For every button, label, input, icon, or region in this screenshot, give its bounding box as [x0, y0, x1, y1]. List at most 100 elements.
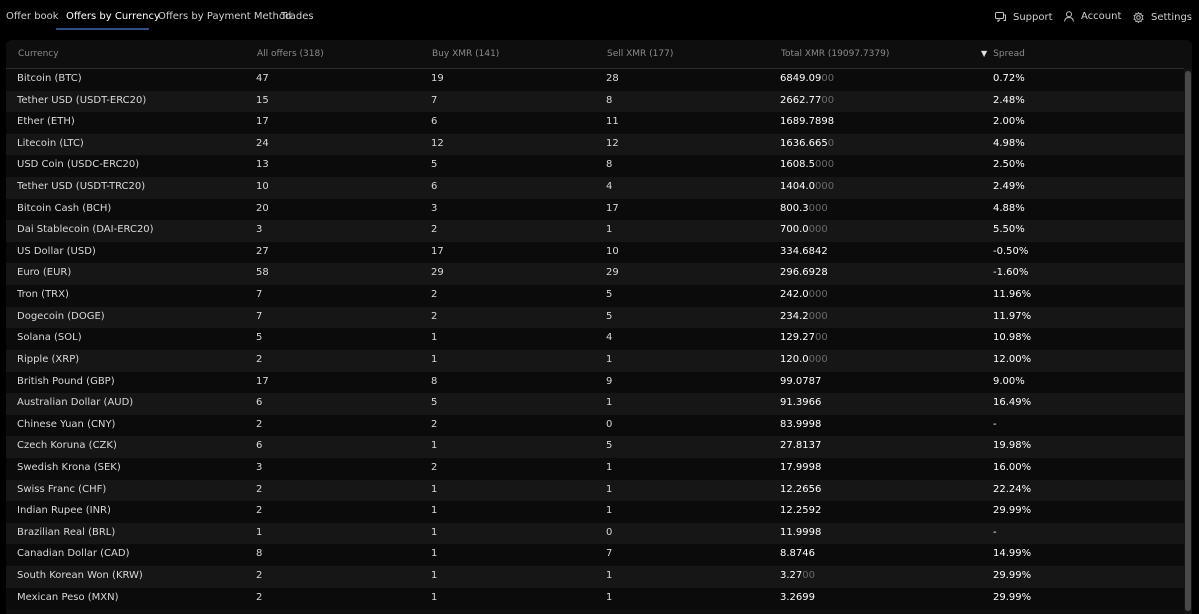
sell-xmr-cell: 1	[606, 397, 613, 409]
account-link[interactable]: Account	[1064, 8, 1121, 24]
header-currency[interactable]: Currency	[18, 49, 59, 59]
total-xmr-cell: 3.2699	[780, 592, 815, 603]
buy-xmr-cell: 2	[431, 461, 438, 473]
total-xmr-padding: 000	[808, 353, 828, 365]
table-row[interactable]: Swiss Franc (CHF) 2 1 1 12.2656 22.24%	[6, 479, 1184, 502]
tab-trades[interactable]: Trades	[281, 9, 314, 29]
all-offers-cell: 6	[256, 440, 263, 452]
table-row[interactable]: Brazilian Real (BRL) 1 1 0 11.9998 -	[6, 522, 1184, 545]
currency-cell: Tether USD (USDT-ERC20)	[17, 94, 147, 106]
total-xmr-value: 91.3966	[780, 397, 822, 409]
all-offers-cell: 2	[256, 505, 263, 517]
total-xmr-value: 1608.5	[780, 159, 815, 171]
table-row[interactable]: Swedish Krona (SEK) 3 2 1 17.9998 16.00%	[6, 457, 1184, 480]
total-xmr-padding: 000	[815, 181, 835, 193]
table-row[interactable]: Tron (TRX) 7 2 5 242.0000 11.96%	[6, 285, 1184, 307]
table-row[interactable]: Australian Dollar (AUD) 6 5 1 91.3966 16.49%	[6, 393, 1184, 415]
total-xmr-padding: 000	[808, 289, 828, 301]
table-row[interactable]: Mexican Peso (MXN) 2 1 1 3.2699 29.99%	[6, 587, 1184, 610]
table-row[interactable]: USD Coin (USDC-ERC20) 13 5 8 1608.5000 2.50%	[6, 155, 1184, 178]
table-row[interactable]: US Dollar (USD) 27 17 10 334.6842 -0.50%	[6, 241, 1184, 264]
spread-cell: 4.98%	[993, 137, 1025, 149]
spread-cell: 12.00%	[993, 353, 1032, 365]
spread-cell: 9.00%	[993, 375, 1025, 387]
spread-cell: 2.50%	[993, 159, 1025, 171]
spread-cell: 0.72%	[993, 73, 1025, 84]
header-total-xmr[interactable]: Total XMR (19097.7379)	[781, 49, 889, 59]
table-row[interactable]: South Korean Won (KRW) 2 1 1 3.2700 29.99%	[6, 566, 1184, 588]
table-row[interactable]: Czech Koruna (CZK) 6 1 5 27.8137 19.98%	[6, 436, 1184, 458]
table-row[interactable]: Dai Stablecoin (DAI-ERC20) 3 2 1 700.0000 5.5…	[6, 220, 1184, 242]
table-row[interactable]: Bitcoin (BTC) 47 19 28 6849.0900 0.72%	[6, 69, 1184, 91]
table-body: Bitcoin (BTC) 47 19 28 6849.0900 0.72% Tether …	[6, 69, 1184, 610]
currency-cell: USD Coin (USDC-ERC20)	[17, 159, 140, 171]
total-xmr-value: 8.8746	[780, 548, 815, 560]
total-xmr-cell: 27.8137	[780, 440, 821, 451]
sell-xmr-cell: 0	[606, 526, 613, 538]
total-xmr-cell: 91.3966	[780, 397, 821, 408]
header-all-offers[interactable]: All offers (318)	[257, 49, 324, 59]
table-row[interactable]: Chinese Yuan (CNY) 2 2 0 83.9998 -	[6, 414, 1184, 437]
all-offers-cell: 15	[256, 94, 269, 106]
buy-xmr-cell: 5	[431, 397, 438, 409]
spread-cell: -	[993, 418, 997, 430]
table-row[interactable]: Litecoin (LTC) 24 12 12 1636.6650 4.98%	[6, 133, 1184, 156]
header-buy-xmr[interactable]: Buy XMR (141)	[432, 49, 499, 59]
total-xmr-value: 83.9998	[780, 418, 822, 430]
settings-label: Settings	[1151, 11, 1193, 23]
table-row[interactable]: Bitcoin Cash (BCH) 20 3 17 800.3000 4.88%	[6, 198, 1184, 221]
all-offers-cell: 47	[256, 73, 269, 84]
sort-descending-icon: ▼	[981, 49, 988, 58]
header-spread[interactable]: ▼ Spread	[981, 49, 1025, 59]
all-offers-cell: 13	[256, 159, 269, 171]
tab-offer-book[interactable]: Offer book	[6, 9, 59, 29]
table-row[interactable]: Ripple (XRP) 2 1 1 120.0000 12.00%	[6, 349, 1184, 372]
total-xmr-value: 3.2699	[780, 591, 815, 603]
table-row[interactable]: Dogecoin (DOGE) 7 2 5 234.2000 11.97%	[6, 306, 1184, 329]
spread-cell: 16.49%	[993, 397, 1032, 409]
sell-xmr-cell: 29	[606, 267, 619, 279]
total-xmr-cell: 700.0000	[780, 224, 828, 235]
currency-cell: South Korean Won (KRW)	[17, 570, 143, 582]
active-tab-indicator	[56, 28, 149, 30]
all-offers-cell: 3	[256, 461, 263, 473]
table-row[interactable]: Canadian Dollar (CAD) 8 1 7 8.8746 14.99%	[6, 544, 1184, 567]
header-sell-xmr[interactable]: Sell XMR (177)	[607, 49, 673, 59]
buy-xmr-cell: 12	[431, 137, 444, 149]
buy-xmr-cell: 2	[431, 224, 438, 236]
tab-offers-by-payment-method[interactable]: Offers by Payment Method	[158, 9, 291, 29]
sell-xmr-cell: 1	[606, 505, 613, 517]
total-xmr-cell: 99.0787	[780, 376, 821, 387]
total-xmr-padding: 000	[808, 310, 828, 322]
total-xmr-value: 334.6842	[780, 245, 828, 257]
table-row[interactable]: Ether (ETH) 17 6 11 1689.7898 2.00%	[6, 112, 1184, 134]
total-xmr-cell: 800.3000	[780, 203, 828, 214]
buy-xmr-cell: 7	[431, 94, 438, 106]
all-offers-cell: 24	[256, 137, 269, 149]
buy-xmr-cell: 1	[431, 483, 438, 495]
scrollbar-thumb[interactable]	[1185, 71, 1191, 611]
table-row[interactable]: Solana (SOL) 5 1 4 129.2700 10.98%	[6, 328, 1184, 350]
total-xmr-value: 296.6928	[780, 267, 828, 279]
settings-link[interactable]: Settings	[1133, 9, 1192, 25]
table-row[interactable]: Euro (EUR) 58 29 29 296.6928 -1.60%	[6, 263, 1184, 286]
currency-cell: Ripple (XRP)	[17, 353, 80, 365]
currency-cell: Litecoin (LTC)	[17, 137, 84, 149]
spread-cell: 11.96%	[993, 289, 1032, 301]
tab-offers-by-currency[interactable]: Offers by Currency	[66, 9, 160, 29]
spread-cell: 10.98%	[993, 332, 1032, 344]
table-row[interactable]: British Pound (GBP) 17 8 9 99.0787 9.00%	[6, 371, 1184, 394]
support-link[interactable]: Support	[995, 9, 1053, 25]
chat-icon	[995, 12, 1006, 22]
all-offers-cell: 2	[256, 418, 263, 430]
all-offers-cell: 58	[256, 267, 269, 279]
table-row[interactable]: Tether USD (USDT-ERC20) 15 7 8 2662.7700 2.48…	[6, 90, 1184, 113]
buy-xmr-cell: 8	[431, 375, 438, 387]
total-xmr-cell: 296.6928	[780, 267, 828, 278]
spread-cell: 2.49%	[993, 181, 1025, 193]
account-label: Account	[1081, 10, 1122, 22]
currency-cell: Dai Stablecoin (DAI-ERC20)	[17, 224, 154, 236]
sell-xmr-cell: 1	[606, 483, 613, 495]
table-row[interactable]: Indian Rupee (INR) 2 1 1 12.2592 29.99%	[6, 501, 1184, 523]
table-row[interactable]: Tether USD (USDT-TRC20) 10 6 4 1404.0000 2.49…	[6, 177, 1184, 199]
